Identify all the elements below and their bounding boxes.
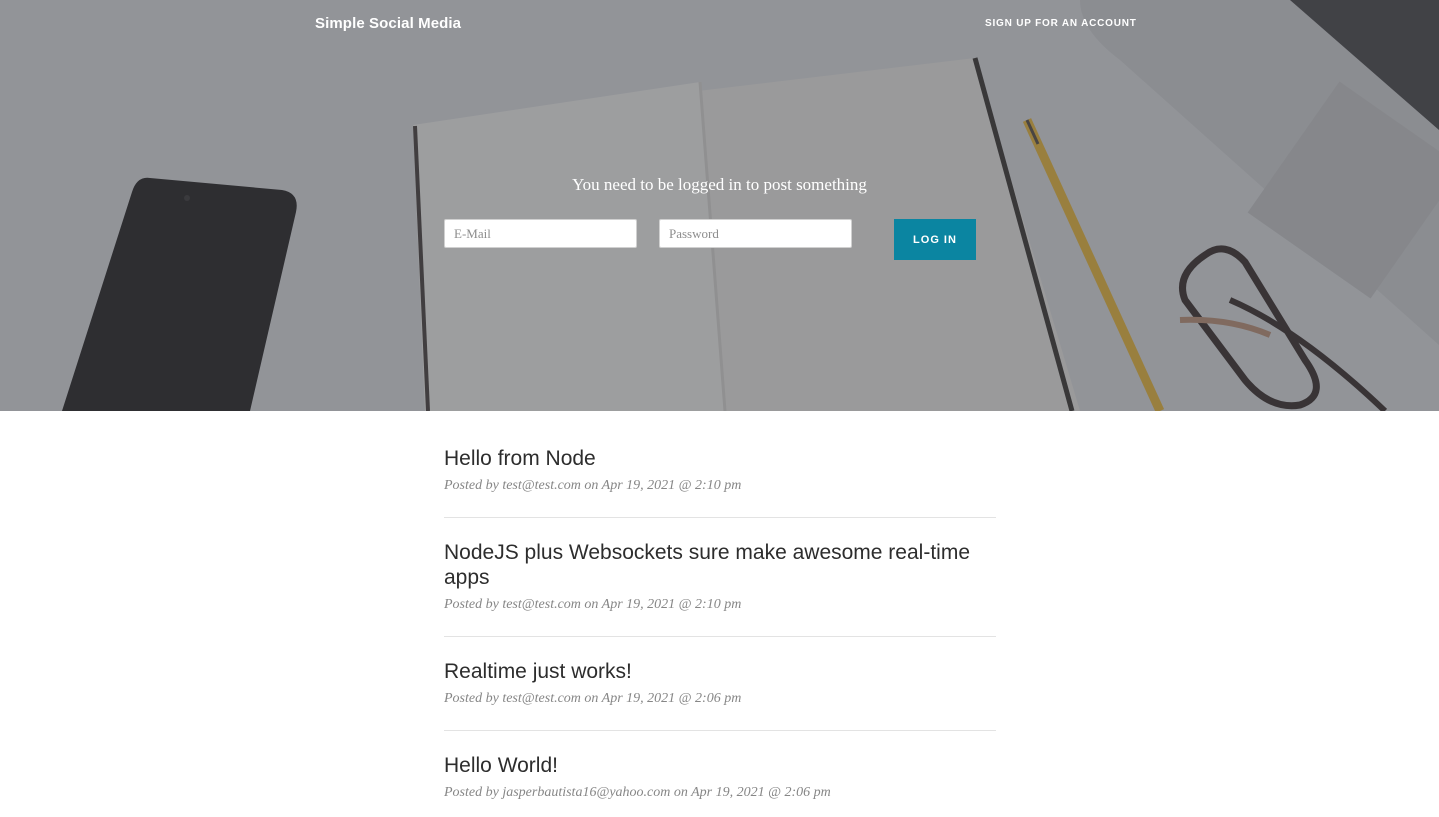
on-label: on xyxy=(584,478,599,493)
password-field[interactable] xyxy=(659,219,852,248)
list-item: Hello from Node Posted by test@test.com … xyxy=(444,446,996,518)
post-author: jasperbautista16@yahoo.com xyxy=(502,785,671,800)
post-title[interactable]: NodeJS plus Websockets sure make awesome… xyxy=(444,540,996,590)
post-title[interactable]: Realtime just works! xyxy=(444,659,996,684)
signup-link[interactable]: SIGN UP FOR AN ACCOUNT xyxy=(985,18,1137,29)
hero-overlay xyxy=(0,0,1439,411)
post-author: test@test.com xyxy=(502,597,581,612)
list-item: Realtime just works! Posted by test@test… xyxy=(444,659,996,731)
post-author: test@test.com xyxy=(502,478,581,493)
list-item: NodeJS plus Websockets sure make awesome… xyxy=(444,540,996,637)
post-date: Apr 19, 2021 @ 2:06 pm xyxy=(601,691,742,706)
posted-by-label: Posted by xyxy=(444,597,499,612)
post-date: Apr 19, 2021 @ 2:06 pm xyxy=(691,785,831,800)
post-author: test@test.com xyxy=(502,691,581,706)
post-title[interactable]: Hello World! xyxy=(444,753,996,778)
on-label: on xyxy=(584,691,599,706)
login-button[interactable]: LOG IN xyxy=(894,219,976,260)
post-meta: Posted by test@test.com on Apr 19, 2021 … xyxy=(444,477,996,495)
login-required-message: You need to be logged in to post somethi… xyxy=(572,175,867,194)
post-meta: Posted by test@test.com on Apr 19, 2021 … xyxy=(444,596,996,614)
post-title[interactable]: Hello from Node xyxy=(444,446,996,471)
email-field[interactable] xyxy=(444,219,637,248)
posted-by-label: Posted by xyxy=(444,785,499,800)
on-label: on xyxy=(673,785,688,800)
posted-by-label: Posted by xyxy=(444,478,499,493)
post-meta: Posted by jasperbautista16@yahoo.com on … xyxy=(444,784,996,802)
hero-section: Simple Social Media SIGN UP FOR AN ACCOU… xyxy=(0,0,1439,411)
posted-by-label: Posted by xyxy=(444,691,499,706)
posts-list: Hello from Node Posted by test@test.com … xyxy=(444,446,996,817)
post-date: Apr 19, 2021 @ 2:10 pm xyxy=(601,597,742,612)
post-meta: Posted by test@test.com on Apr 19, 2021 … xyxy=(444,690,996,708)
on-label: on xyxy=(584,597,599,612)
list-item: Hello World! Posted by jasperbautista16@… xyxy=(444,753,996,817)
post-date: Apr 19, 2021 @ 2:10 pm xyxy=(601,478,742,493)
brand-logo-link[interactable]: Simple Social Media xyxy=(315,15,461,32)
